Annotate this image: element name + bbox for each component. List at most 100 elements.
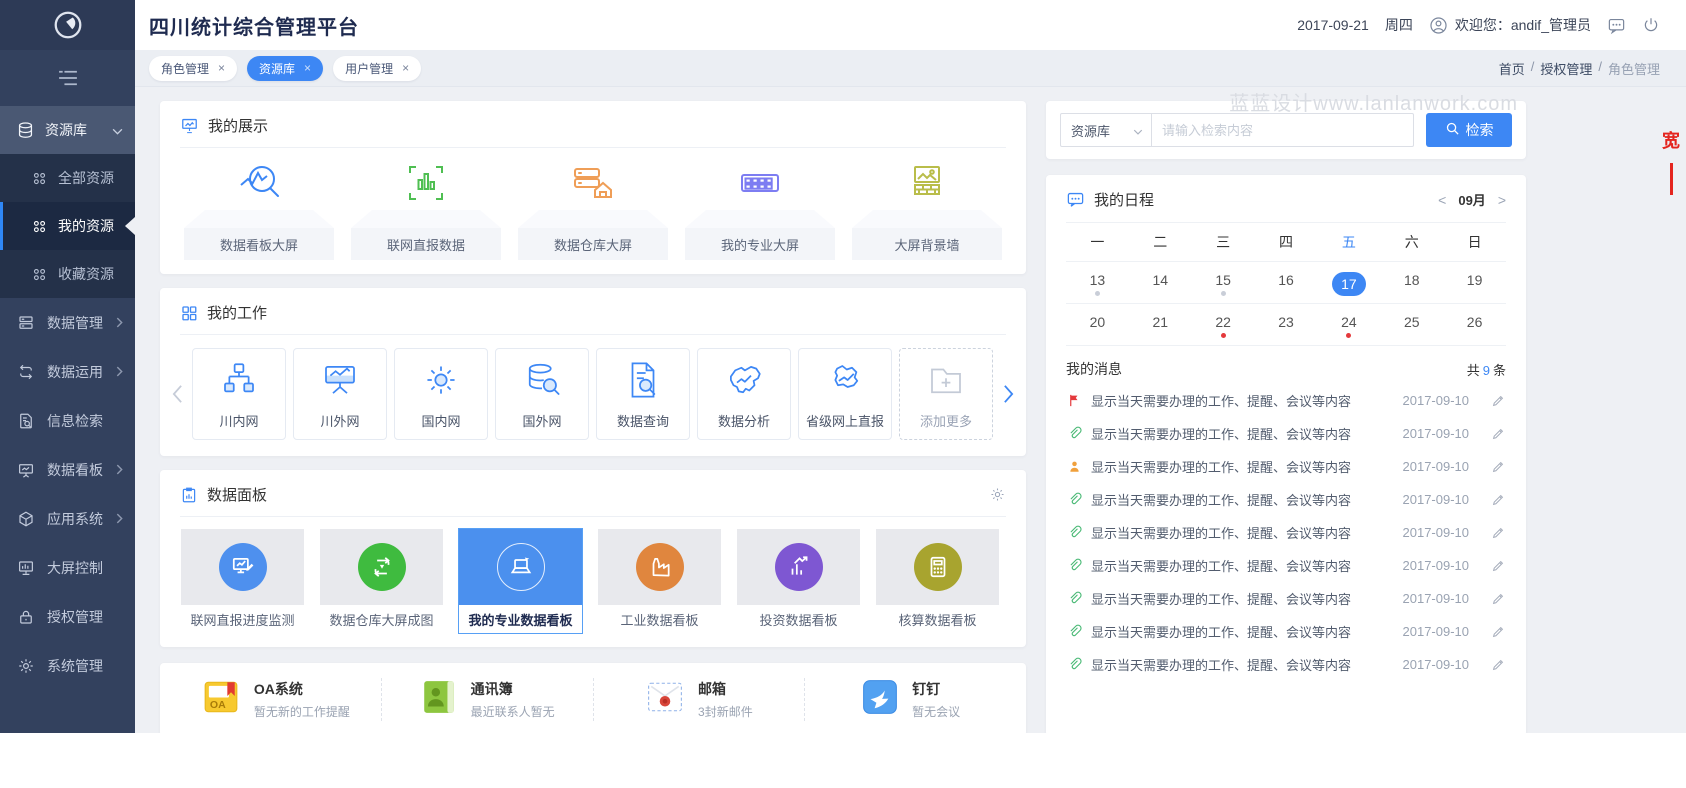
calendar-day[interactable]: 21 [1129,304,1192,345]
edit-pencil-icon[interactable] [1478,393,1506,408]
edit-pencil-icon[interactable] [1478,624,1506,639]
edit-pencil-icon[interactable] [1478,525,1506,540]
calendar-day[interactable]: 22 [1192,304,1255,345]
paperclip-icon [1066,492,1082,507]
close-icon[interactable]: × [218,61,225,75]
weekday-label: 六 [1380,223,1443,261]
work-tile-guoneiwang[interactable]: 国内网 [394,348,488,440]
quick-links-card: OA OA系统 暂无新的工作提醒 [160,663,1026,733]
work-tile-data-analysis[interactable]: 数据分析 [697,348,791,440]
sidebar-item-system-management[interactable]: 系统管理 [0,641,135,690]
tab-role-management[interactable]: 角色管理 × [149,56,237,81]
panel-tile-my-professional-databoard[interactable]: 我的专业数据看板 [458,528,583,634]
breadcrumb-home[interactable]: 首页 [1499,59,1525,78]
server-icon [17,314,35,332]
user-icon [1429,16,1448,35]
tab-user-management[interactable]: 用户管理 × [333,56,421,81]
search-button[interactable]: 检索 [1426,113,1512,147]
search-category-select[interactable]: 资源库 [1060,113,1152,147]
sidebar-item-data-application[interactable]: 数据运用 [0,347,135,396]
sidebar-item-data-management[interactable]: 数据管理 [0,298,135,347]
message-row[interactable]: 显示当天需要办理的工作、提醒、会议等内容 2017-09-10 [1066,450,1506,483]
quick-link-dingtalk[interactable]: 钉钉 暂无会议 [805,678,1016,721]
display-item-databoard-screen[interactable]: 数据看板大屏 [184,156,334,260]
message-text: 显示当天需要办理的工作、提醒、会议等内容 [1091,556,1394,575]
collapse-menu-button[interactable] [0,50,135,106]
sidebar-item-favorite-resources[interactable]: 收藏资源 [0,250,135,298]
panel-tile-accounting-databoard[interactable]: 核算数据看板 [875,528,1000,634]
message-row[interactable]: 显示当天需要办理的工作、提醒、会议等内容 2017-09-10 [1066,516,1506,549]
chevron-down-icon [112,122,123,138]
panel-tile-online-report-monitor[interactable]: 联网直报进度监测 [180,528,305,634]
carousel-next-button[interactable] [1001,384,1015,404]
message-bubble-icon[interactable] [1607,16,1626,35]
edit-pencil-icon[interactable] [1478,591,1506,606]
bracket-bars-icon [351,156,501,210]
quick-link-oa-system[interactable]: OA OA系统 暂无新的工作提醒 [170,678,382,721]
calendar-day[interactable]: 20 [1066,304,1129,345]
sidebar-item-all-resources[interactable]: 全部资源 [0,154,135,202]
message-row[interactable]: 显示当天需要办理的工作、提醒、会议等内容 2017-09-10 [1066,549,1506,582]
laptop-icon [497,543,545,591]
search-input[interactable] [1152,113,1414,147]
close-icon[interactable]: × [402,61,409,75]
calendar-next-button[interactable]: > [1498,192,1506,208]
calendar-day[interactable]: 18 [1380,262,1443,303]
calendar-day[interactable]: 23 [1255,304,1318,345]
message-row[interactable]: 显示当天需要办理的工作、提醒、会议等内容 2017-09-10 [1066,648,1506,681]
edit-pencil-icon[interactable] [1478,558,1506,573]
calendar-day[interactable]: 16 [1255,262,1318,303]
work-tile-chuanwaiwang[interactable]: 川外网 [293,348,387,440]
breadcrumb-section[interactable]: 授权管理 [1540,59,1592,78]
calendar-day[interactable]: 19 [1443,262,1506,303]
calendar-day[interactable]: 14 [1129,262,1192,303]
edit-pencil-icon[interactable] [1478,459,1506,474]
quick-link-mailbox[interactable]: 邮箱 3封新邮件 [594,678,806,721]
display-item-background-wall[interactable]: 大屏背景墙 [852,156,1002,260]
calendar-day[interactable]: 13 [1066,262,1129,303]
panel-tile-industrial-databoard[interactable]: 工业数据看板 [597,528,722,634]
work-tile-data-query[interactable]: 数据查询 [596,348,690,440]
work-tile-provincial-report[interactable]: 省级网上直报 [798,348,892,440]
panel-settings-gear-icon[interactable] [989,486,1006,503]
work-tile-chuanneiwang[interactable]: 川内网 [192,348,286,440]
sidebar-group-resource-library[interactable]: 资源库 [0,106,135,154]
calendar-day[interactable]: 15 [1192,262,1255,303]
panel-tile-warehouse-mapping[interactable]: 数据仓库大屏成图 [319,528,444,634]
close-icon[interactable]: × [304,61,311,75]
edit-pencil-icon[interactable] [1478,492,1506,507]
calendar-prev-button[interactable]: < [1438,192,1446,208]
tab-resource-library[interactable]: 资源库 × [247,56,323,81]
message-row[interactable]: 显示当天需要办理的工作、提醒、会议等内容 2017-09-10 [1066,483,1506,516]
my-display-card: 我的展示 [160,101,1026,274]
sidebar-item-authorization[interactable]: 授权管理 [0,592,135,641]
sidebar-item-info-search[interactable]: 信息检索 [0,396,135,445]
sidebar-item-application-system[interactable]: 应用系统 [0,494,135,543]
sidebar-item-my-resources[interactable]: 我的资源 [0,202,135,250]
work-tile-add-more[interactable]: 添加更多 [899,348,993,440]
calendar-day[interactable]: 26 [1443,304,1506,345]
message-row[interactable]: 显示当天需要办理的工作、提醒、会议等内容 2017-09-10 [1066,615,1506,648]
calendar-day[interactable]: 25 [1380,304,1443,345]
message-row[interactable]: 显示当天需要办理的工作、提醒、会议等内容 2017-09-10 [1066,417,1506,450]
work-tile-guowaiwang[interactable]: 国外网 [495,348,589,440]
message-row[interactable]: 显示当天需要办理的工作、提醒、会议等内容 2017-09-10 [1066,582,1506,615]
message-text: 显示当天需要办理的工作、提醒、会议等内容 [1091,589,1394,608]
message-date: 2017-09-10 [1403,558,1470,573]
edit-pencil-icon[interactable] [1478,657,1506,672]
calendar-day-selected[interactable]: 17 [1317,262,1380,303]
edit-pencil-icon[interactable] [1478,426,1506,441]
panel-tile-investment-databoard[interactable]: 投资数据看板 [736,528,861,634]
quick-link-contacts[interactable]: 通讯簿 最近联系人暂无 [382,678,594,721]
sidebar-item-data-board[interactable]: 数据看板 [0,445,135,494]
message-row[interactable]: 显示当天需要办理的工作、提醒、会议等内容 2017-09-10 [1066,384,1506,417]
message-date: 2017-09-10 [1403,525,1470,540]
display-item-warehouse-screen[interactable]: 数据仓库大屏 [518,156,668,260]
carousel-prev-button[interactable] [170,384,184,404]
power-icon[interactable] [1642,16,1660,34]
display-item-my-professional-screen[interactable]: 我的专业大屏 [685,156,835,260]
refresh-image-icon [358,543,406,591]
sidebar-item-big-screen-control[interactable]: 大屏控制 [0,543,135,592]
calendar-day[interactable]: 24 [1317,304,1380,345]
display-item-online-report-data[interactable]: 联网直报数据 [351,156,501,260]
